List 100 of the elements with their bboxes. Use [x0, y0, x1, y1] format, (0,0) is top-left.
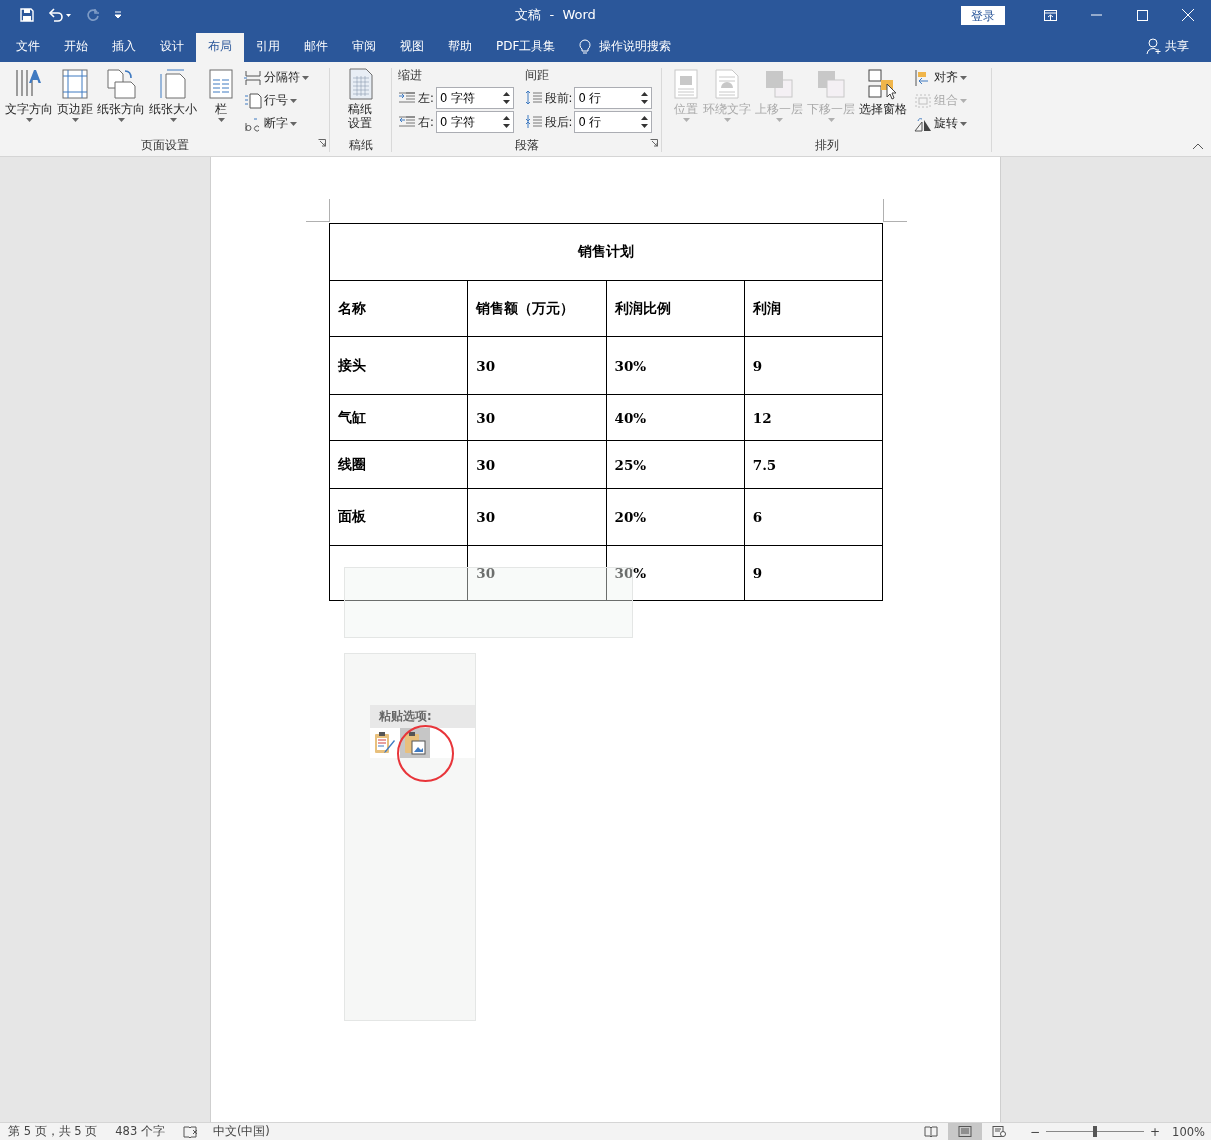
caret-icon [960, 121, 967, 126]
redo-icon[interactable] [86, 8, 100, 22]
word-count[interactable]: 483 个字 [115, 1124, 165, 1139]
table-cell: 气缸 [329, 394, 468, 441]
caret-icon [302, 75, 309, 80]
spin-field[interactable]: 0 字符 [435, 111, 514, 133]
paste-keep-format-icon [374, 731, 396, 755]
table-title: 销售计划 [329, 223, 883, 281]
column-header: 销售额（万元） [467, 280, 606, 337]
ribbon-tab[interactable]: 设计 [148, 33, 196, 62]
ribbon-tab[interactable]: 帮助 [436, 33, 484, 62]
ribbon-tab[interactable]: PDF工具集 [484, 33, 568, 62]
share-button[interactable]: 共享 [1146, 33, 1189, 62]
ribbon-button[interactable]: 纸张大小 [148, 68, 198, 122]
field-label: 段前: [544, 90, 573, 106]
save-icon[interactable] [20, 8, 34, 22]
tell-me-search[interactable]: 操作说明搜索 [579, 33, 672, 62]
section-label: 缩进 [398, 68, 423, 84]
spin-field[interactable]: 0 行 [574, 111, 653, 133]
ribbon-tab[interactable]: 邮件 [292, 33, 340, 62]
zoom-slider-thumb[interactable] [1093, 1126, 1098, 1137]
table-cell: 线圈 [329, 440, 468, 489]
line-numbers-icon [244, 92, 262, 109]
section-label: 间距 [524, 68, 550, 84]
zoom-level[interactable]: 100% [1172, 1124, 1205, 1139]
window-title: 文稿 - Word [515, 6, 596, 24]
ribbon-tab[interactable]: 审阅 [340, 33, 388, 62]
zoom-in-button[interactable]: + [1150, 1124, 1161, 1139]
table-cell: 接头 [329, 336, 468, 395]
table-cell: 6 [744, 488, 883, 546]
ribbon-button[interactable]: 稿纸设置 [346, 68, 375, 130]
table-cell: 9 [744, 545, 883, 601]
page-size-icon [157, 68, 189, 100]
caret-icon [827, 118, 835, 122]
minimize-icon[interactable] [1090, 14, 1102, 16]
language-status[interactable]: 中文(中国) [212, 1124, 270, 1139]
table-cell: 20% [606, 488, 745, 546]
ribbon-button[interactable]: 页边距 [56, 68, 94, 122]
group-icon [914, 92, 932, 109]
caret-icon [117, 118, 125, 122]
table-cell: 30 [467, 394, 606, 441]
ribbon-tab[interactable]: 引用 [244, 33, 292, 62]
ribbon-tab[interactable]: 开始 [52, 33, 100, 62]
view-button[interactable] [948, 1122, 982, 1140]
breaks-icon [244, 69, 262, 86]
dialog-launcher-icon[interactable] [318, 139, 326, 147]
paste-option-button[interactable] [400, 728, 430, 758]
collapse-ribbon-icon[interactable] [1193, 143, 1203, 149]
caret-icon [960, 98, 967, 103]
caret-icon [775, 118, 783, 122]
ribbon-button[interactable]: 纸张方向 [96, 68, 146, 122]
manuscript-paper-icon [347, 68, 374, 100]
caret-icon [217, 118, 225, 122]
customize-icon[interactable] [114, 11, 122, 19]
ribbon-button[interactable]: 对齐 [914, 68, 967, 87]
caret-icon [169, 118, 177, 122]
ribbon-button[interactable]: 断字 [244, 114, 309, 133]
send-backward-icon [815, 68, 847, 100]
close-icon[interactable] [1182, 9, 1194, 21]
paste-picture-icon [404, 731, 426, 755]
table-cell: 25% [606, 440, 745, 489]
page-count[interactable]: 第 5 页，共 5 页 [8, 1124, 98, 1139]
paste-options-title: 粘贴选项: [370, 705, 475, 728]
caret-icon [290, 121, 297, 126]
wrap-text-icon [714, 68, 740, 100]
table-cell: 30 [467, 440, 606, 489]
ribbon-button[interactable]: 分隔符 [244, 68, 309, 87]
spin-field[interactable]: 0 字符 [435, 87, 514, 109]
ribbon-tab[interactable]: 视图 [388, 33, 436, 62]
zoom-out-button[interactable]: − [1030, 1124, 1041, 1139]
dialog-launcher-icon[interactable] [650, 139, 658, 147]
spin-arrows-icon [502, 91, 510, 105]
ribbon-button[interactable]: 文字方向 [4, 68, 54, 122]
ribbon-button[interactable]: 行号 [244, 91, 309, 110]
sign-in-button[interactable]: 登录 [961, 5, 1005, 25]
field-label: 右: [418, 114, 434, 130]
orientation-icon [105, 68, 137, 100]
rotate-icon [914, 115, 932, 132]
ribbon-tab[interactable]: 文件 [4, 33, 52, 62]
spin-field[interactable]: 0 行 [574, 87, 653, 109]
ribbon-button[interactable]: 栏 [208, 68, 234, 122]
columns-icon [209, 68, 233, 100]
ribbon-display-icon[interactable] [1043, 9, 1057, 21]
undo-icon[interactable] [48, 8, 72, 22]
spacing-icon [524, 115, 543, 129]
column-header: 利润 [744, 280, 883, 337]
person-icon [1146, 38, 1162, 54]
ribbon-button[interactable]: 旋转 [914, 114, 967, 133]
spin-arrows-icon [641, 115, 649, 129]
annotation-circle [397, 725, 454, 782]
ribbon-tab[interactable]: 插入 [100, 33, 148, 62]
caret-icon [290, 98, 297, 103]
group-label: 排列 [814, 138, 839, 152]
table-cell: 7.5 [744, 440, 883, 489]
margins-icon [59, 68, 91, 100]
maximize-icon[interactable] [1136, 9, 1148, 21]
ribbon-button[interactable]: 选择窗格 [858, 68, 908, 116]
selection-pane-icon [867, 68, 899, 100]
ribbon-tab[interactable]: 布局 [196, 33, 244, 62]
proofing-icon[interactable] [182, 1125, 199, 1138]
